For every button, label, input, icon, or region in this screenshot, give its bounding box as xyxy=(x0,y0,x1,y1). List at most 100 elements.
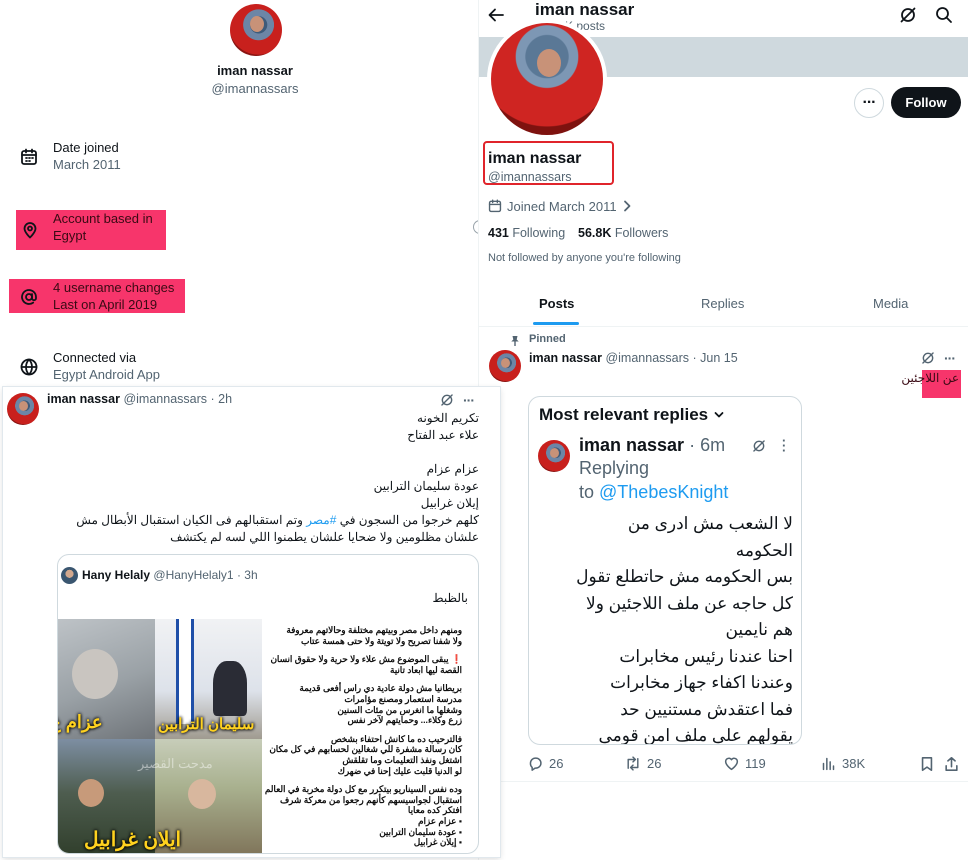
date-joined-row: Date joined March 2011 xyxy=(18,138,318,174)
calendar-icon xyxy=(20,148,38,166)
overlay-avatar[interactable] xyxy=(7,393,39,425)
at-sign-icon xyxy=(20,288,38,306)
account-handle: @imannassars xyxy=(211,81,299,96)
views-count: 38K xyxy=(842,756,866,771)
views-button[interactable]: 38K xyxy=(821,756,865,771)
location-pin-icon xyxy=(21,221,39,239)
post-date[interactable]: · Jun 15 xyxy=(693,351,738,365)
more-options-button[interactable]: ··· xyxy=(854,88,884,118)
row-value: Egypt xyxy=(53,228,87,243)
followers-link[interactable]: 56.8K Followers xyxy=(578,226,668,240)
post-more-icon[interactable]: ··· xyxy=(944,350,956,366)
joined-row[interactable]: Joined March 2011 xyxy=(488,197,632,215)
pinned-post[interactable]: Pinned iman nassar @imannassars · Jun 15… xyxy=(479,328,968,782)
followers-label: Followers xyxy=(614,226,669,240)
bookmark-icon[interactable] xyxy=(920,756,934,772)
overlay-author-handle[interactable]: @imannassars xyxy=(123,392,207,406)
post-header: iman nassar @imannassars · Jun 15 xyxy=(529,351,738,365)
photo-collage: عزام ع سليمان الترابين ايلان غرابيل مدحت… xyxy=(58,619,262,853)
embedded-replying: Replying xyxy=(579,458,650,478)
following-link[interactable]: 431 Following xyxy=(488,226,565,240)
following-count: 431 xyxy=(488,226,509,240)
reply-button[interactable]: 26 xyxy=(528,756,563,771)
overlay-post-text: تكريم الخونه علاء عبد الفتاح عزام عزام ع… xyxy=(76,411,479,544)
chevron-down-icon xyxy=(714,412,724,418)
pinned-label: Pinned xyxy=(529,333,566,345)
post-author-handle[interactable]: @imannassars xyxy=(605,351,689,365)
embedded-more-icon: · · · xyxy=(782,433,787,458)
grok-icon[interactable] xyxy=(899,6,917,24)
post-text: عن اللاجئين xyxy=(901,371,959,385)
heart-icon xyxy=(724,757,739,771)
row-title: Date joined xyxy=(53,140,119,155)
overlay-post-header: iman nassar @imannassars · 2h xyxy=(47,392,232,406)
embedded-name: iman nassar xyxy=(579,435,685,455)
not-followed-text: Not followed by anyone you're following xyxy=(488,252,681,264)
share-icon[interactable] xyxy=(944,756,959,772)
quoted-author-name: Hany Helaly xyxy=(82,568,151,582)
overlay-post-time[interactable]: · 2h xyxy=(211,392,233,406)
calendar-icon xyxy=(488,199,502,213)
embedded-avatar xyxy=(538,440,570,472)
back-arrow-icon[interactable] xyxy=(487,6,505,24)
followers-count: 56.8K xyxy=(578,226,612,240)
joined-text: Joined March 2011 xyxy=(507,198,617,214)
follow-button[interactable]: Follow xyxy=(891,87,961,118)
reply-count: 26 xyxy=(549,756,564,771)
row-title: Account based in xyxy=(53,211,153,226)
row-title: Connected via xyxy=(53,350,137,365)
pin-icon xyxy=(509,335,521,347)
quoted-image[interactable]: عزام ع سليمان الترابين ايلان غرابيل مدحت… xyxy=(58,619,468,853)
repost-count: 26 xyxy=(647,756,662,771)
header-name: iman nassar xyxy=(535,0,635,19)
row-value: March 2011 xyxy=(53,157,121,172)
like-count: 119 xyxy=(745,756,766,771)
tab-media[interactable]: Media xyxy=(873,296,908,311)
profile-panel: iman nassar 765.3K posts ··· Follow iman… xyxy=(478,0,968,860)
username-changes-row: 4 username changes Last on April 2019 xyxy=(9,279,185,313)
globe-icon xyxy=(20,358,38,376)
profile-handle: @imannassars xyxy=(488,170,572,184)
post-avatar[interactable] xyxy=(489,350,521,382)
search-icon[interactable] xyxy=(935,6,953,24)
row-title: 4 username changes xyxy=(53,280,175,295)
embedded-body: لا الشعب مش ادرى من الحكومه بس الحكومه م… xyxy=(576,514,793,745)
account-based-in-row: Account based in Egypt xyxy=(16,210,166,250)
grok-icon[interactable] xyxy=(440,393,454,407)
embedded-replying-to: to @ThebesKnight xyxy=(579,482,729,502)
hashtag-link[interactable]: #مصر xyxy=(306,513,336,527)
overlay-post[interactable]: iman nassar @imannassars · 2h ··· تكريم … xyxy=(3,387,500,857)
row-value: Last on April 2019 xyxy=(53,297,158,312)
post-author-name[interactable]: iman nassar xyxy=(529,351,602,365)
grok-icon[interactable] xyxy=(921,351,935,365)
image-text-block: ومنهم داخل مصر وبيتهم مختلفة وحالاتهم مع… xyxy=(264,625,462,848)
quoted-header: Hany Helaly @HanyHelaly1 · 3h xyxy=(82,568,258,582)
repost-icon xyxy=(627,756,639,771)
reply-icon xyxy=(529,757,542,771)
image-caption: ايلان غرابيل xyxy=(84,829,182,851)
embedded-time: · 6m xyxy=(689,435,726,455)
views-icon xyxy=(822,757,835,771)
tab-posts[interactable]: Posts xyxy=(539,296,574,311)
account-name: iman nassar xyxy=(217,63,293,78)
image-caption: عزام ع xyxy=(58,712,103,732)
overlay-more-icon[interactable]: ··· xyxy=(463,392,475,408)
tab-replies[interactable]: Replies xyxy=(701,296,744,311)
quoted-text: بالظبط xyxy=(432,591,468,605)
more-dots-icon: ··· xyxy=(862,94,877,111)
overlay-author-name[interactable]: iman nassar xyxy=(47,392,120,406)
embedded-grok-icon xyxy=(752,439,766,453)
embedded-mention: @ThebesKnight xyxy=(599,482,729,502)
connected-via-row: Connected via Egypt Android App xyxy=(18,348,318,384)
post-image[interactable]: Most relevant replies iman nassar · 6m ·… xyxy=(528,396,802,745)
like-button[interactable]: 119 xyxy=(724,756,766,771)
profile-tabs: Posts Replies Media xyxy=(479,283,968,327)
tab-active-underline xyxy=(533,322,579,325)
profile-name: iman nassar xyxy=(488,150,582,167)
profile-avatar[interactable] xyxy=(487,19,607,139)
repost-button[interactable]: 26 xyxy=(625,756,661,771)
quoted-time: · 3h xyxy=(236,568,258,582)
quoted-post[interactable]: Hany Helaly @HanyHelaly1 · 3h بالظبط عزا… xyxy=(57,554,479,854)
avatar xyxy=(230,4,282,56)
image-caption: سليمان الترابين xyxy=(158,716,255,733)
